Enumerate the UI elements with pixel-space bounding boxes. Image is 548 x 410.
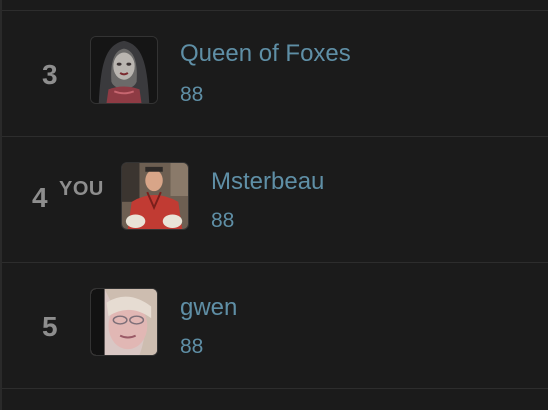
rank-number: 4 (32, 182, 48, 213)
hooded-woman-avatar-icon[interactable] (90, 36, 158, 104)
player-score: 88 (180, 83, 204, 106)
player-name[interactable]: Queen of Foxes (180, 42, 351, 66)
player-name[interactable]: gwen (180, 296, 237, 320)
leaderboard: 3 Queen of Foxes 88 4 YOU Msterbeau 88 5… (0, 0, 548, 410)
rank-number: 3 (42, 59, 58, 90)
leaderboard-row[interactable]: 5 gwen 88 (2, 263, 548, 388)
rank-number: 5 (42, 311, 58, 342)
woman-glasses-avatar-icon[interactable] (90, 288, 158, 356)
row-divider (2, 388, 548, 389)
player-name[interactable]: Msterbeau (211, 170, 324, 194)
leaderboard-row-current-user[interactable]: 4 YOU Msterbeau 88 (2, 137, 548, 262)
player-score: 88 (211, 209, 235, 232)
leaderboard-row[interactable]: 3 Queen of Foxes 88 (2, 11, 548, 136)
man-red-shirt-avatar-icon[interactable] (121, 162, 189, 230)
player-score: 88 (180, 335, 204, 358)
you-badge: YOU (59, 178, 104, 200)
